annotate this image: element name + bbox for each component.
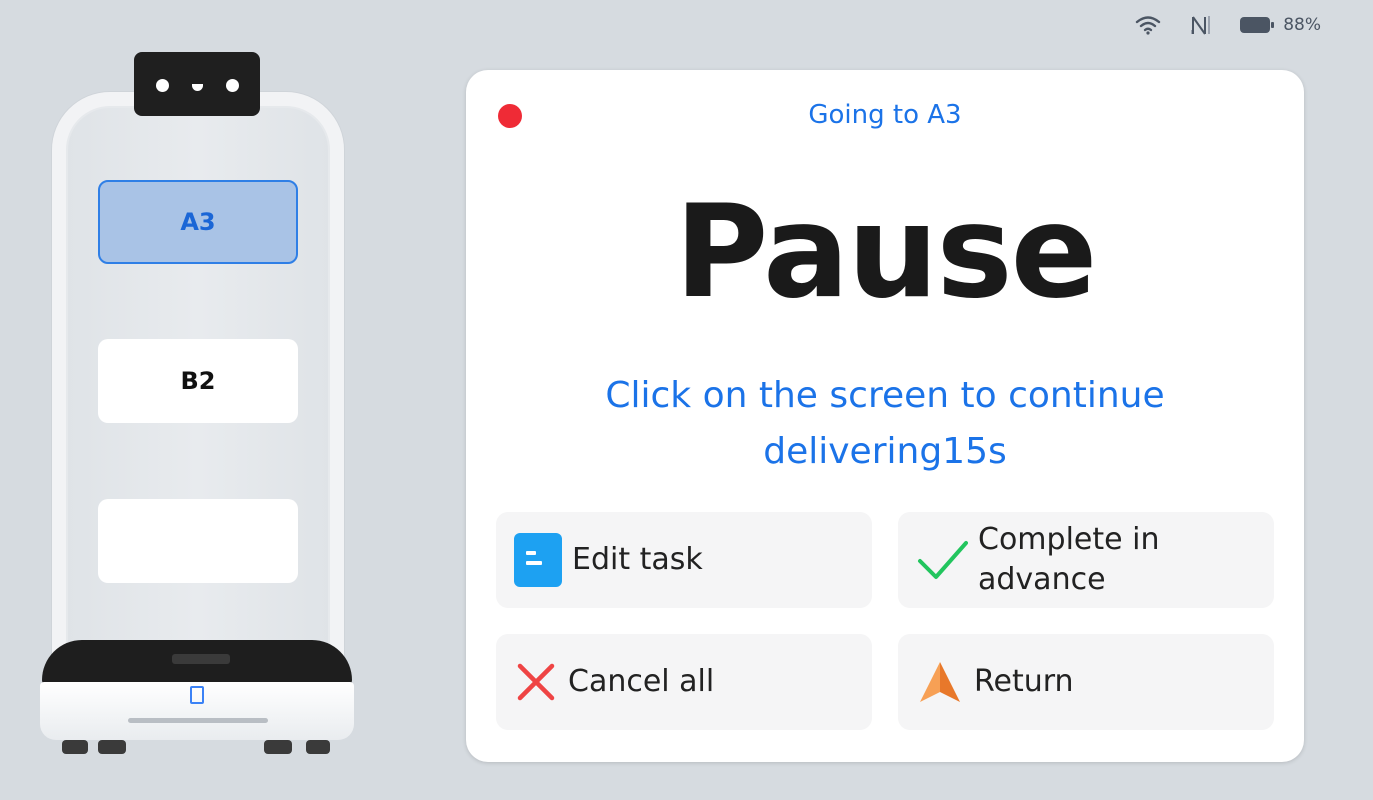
robot-eye-left	[156, 79, 169, 92]
cancel-all-button[interactable]: Cancel all	[496, 634, 872, 730]
status-bar: 88%	[1135, 14, 1321, 36]
robot-wheel	[306, 740, 330, 754]
complete-in-advance-label: Complete in advance	[978, 522, 1160, 597]
robot-head	[134, 52, 260, 116]
tray-empty[interactable]	[98, 499, 298, 583]
action-grid: Edit task Complete in advance Cancel all	[496, 512, 1274, 730]
robot-wheel	[62, 740, 88, 754]
cancel-all-label: Cancel all	[568, 664, 715, 699]
navigation-arrow-icon	[916, 658, 964, 706]
tray-b2[interactable]: B2	[98, 339, 298, 423]
robot-wheel	[98, 740, 126, 754]
return-button[interactable]: Return	[898, 634, 1274, 730]
complete-in-advance-button[interactable]: Complete in advance	[898, 512, 1274, 608]
continue-message[interactable]: Click on the screen to continue deliveri…	[526, 368, 1244, 480]
robot-illustration: A3 B2	[36, 50, 356, 760]
close-icon	[514, 660, 558, 704]
return-label: Return	[974, 664, 1074, 699]
pause-dialog[interactable]: Going to A3 Pause Click on the screen to…	[466, 70, 1304, 762]
tray-label: B2	[180, 367, 216, 395]
document-icon	[514, 533, 562, 587]
no-signal-icon	[1187, 14, 1213, 36]
robot-vent	[128, 718, 268, 723]
checkmark-icon	[916, 537, 968, 583]
robot-eye-right	[226, 79, 239, 92]
tray-label: A3	[180, 208, 216, 236]
robot-base-top	[42, 640, 352, 686]
robot-base	[40, 682, 354, 740]
edit-task-button[interactable]: Edit task	[496, 512, 872, 608]
tray-a3[interactable]: A3	[98, 180, 298, 264]
robot-logo	[190, 686, 204, 704]
wifi-icon	[1135, 15, 1161, 35]
robot-slot	[172, 654, 230, 664]
robot-mouth	[192, 84, 203, 91]
battery-icon	[1239, 15, 1275, 35]
robot-wheel	[264, 740, 292, 754]
destination-label: Going to A3	[808, 100, 962, 130]
edit-task-label: Edit task	[572, 542, 703, 577]
battery-percent: 88%	[1283, 15, 1321, 35]
battery-indicator: 88%	[1239, 15, 1321, 35]
dialog-title: Pause	[674, 178, 1098, 327]
